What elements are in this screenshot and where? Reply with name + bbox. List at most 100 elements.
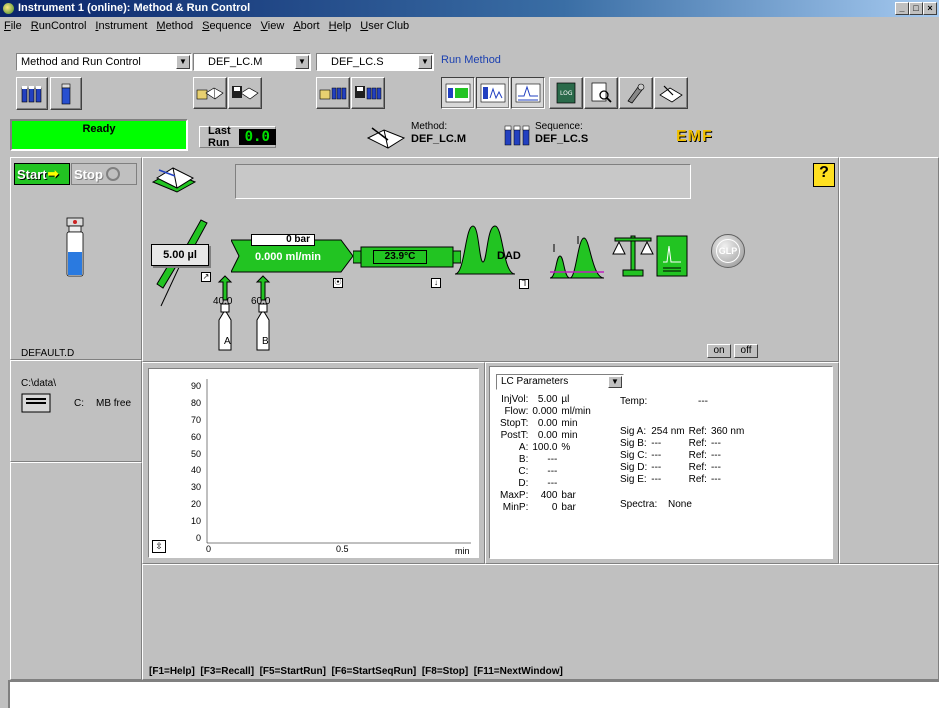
save-sequence-icon (355, 86, 382, 100)
pressure-value[interactable]: 0 bar (251, 234, 315, 246)
signal-row: Sig D: --- Ref: --- (618, 462, 746, 474)
status-text: Ready (82, 123, 116, 135)
sample-vial-icon (66, 217, 84, 277)
chevron-down-icon[interactable]: ▼ (418, 55, 432, 69)
emf-indicator[interactable]: EMF (676, 128, 713, 146)
signal-r: Ref: (688, 450, 707, 461)
start-button[interactable]: Start ➡ (14, 163, 70, 185)
solvent-a-percent[interactable]: 40.0 (213, 296, 232, 307)
signal-row: Sig E: --- Ref: --- (618, 474, 746, 486)
glp-button[interactable]: GLP (711, 234, 745, 268)
signal-k: Sig C: (620, 450, 648, 461)
y-tick: 90 (190, 381, 201, 391)
menu-view[interactable]: View (261, 20, 285, 32)
single-sample-button[interactable] (50, 77, 82, 110)
data-file-name: DEFAULT.D (21, 348, 75, 359)
save-method-button[interactable] (228, 77, 262, 109)
detector-label[interactable]: DAD (497, 250, 521, 262)
sequence-label: Sequence: (535, 121, 583, 132)
param-value: 0 (551, 502, 558, 513)
pen-icon (627, 83, 645, 104)
balance-scale-icon[interactable] (611, 232, 655, 278)
signal-k: Sig E: (620, 474, 647, 485)
method-select[interactable]: DEF_LC.M ▼ (193, 53, 311, 71)
menu-method[interactable]: Method (156, 20, 193, 32)
pump-detail-icon[interactable]: ⦿ (333, 278, 343, 288)
sequence-vials-button[interactable] (16, 77, 48, 110)
param-label: C: (518, 466, 529, 477)
method-book-icon[interactable] (151, 162, 199, 194)
y-tick: 30 (190, 482, 201, 493)
menu-help[interactable]: Help (329, 20, 352, 32)
data-file-panel: DEFAULT.D C:\data\ C: MB free (10, 348, 142, 462)
sequence-status[interactable] (503, 123, 533, 150)
x-tick: 0 (206, 544, 212, 554)
chevron-down-icon[interactable]: ▼ (295, 55, 309, 69)
close-button[interactable]: × (923, 2, 937, 15)
solvent-b-percent[interactable]: 60.0 (251, 296, 270, 307)
report-icon[interactable] (655, 234, 691, 278)
load-method-button[interactable] (193, 77, 227, 109)
off-button[interactable]: off (734, 344, 758, 358)
detector-detail-icon[interactable]: ⅂ (519, 279, 529, 289)
param-unit: ml/min (561, 406, 591, 417)
minimize-button[interactable]: _ (895, 2, 909, 15)
maximize-button[interactable]: □ (909, 2, 923, 15)
sampling-diagram-button[interactable] (619, 77, 653, 109)
signal-row: Sig C: --- Ref: --- (618, 450, 746, 462)
signal-v: --- (651, 462, 662, 473)
param-row: C: --- (498, 466, 593, 478)
signal-row: Sig A: 254 nm Ref: 360 nm (618, 426, 746, 438)
online-plot-button[interactable] (511, 77, 545, 109)
logbook-button[interactable]: LOG (549, 77, 583, 109)
spectra-label: Spectra: (620, 499, 658, 510)
x-unit: min (455, 546, 470, 556)
menu-sequence[interactable]: Sequence (202, 20, 252, 32)
param-label: B: (518, 454, 529, 465)
instrument-icon (445, 83, 471, 103)
view-select[interactable]: Method and Run Control ▼ (16, 53, 192, 71)
svg-text:LOG: LOG (560, 90, 573, 97)
param-value: 0.00 (537, 430, 558, 441)
load-sequence-button[interactable] (316, 77, 350, 109)
integration-peaks-icon[interactable] (548, 236, 608, 282)
menu-runcontrol[interactable]: RunControl (31, 20, 87, 32)
save-sequence-button[interactable] (351, 77, 385, 109)
last-run-label: Last Run (208, 125, 231, 149)
instrument-view-button[interactable] (441, 77, 475, 109)
column-temperature[interactable]: 23.9°C (373, 250, 427, 264)
plot-zoom-icon[interactable]: ⇳ (152, 540, 166, 553)
on-button[interactable]: on (707, 344, 731, 358)
menu-abort[interactable]: Abort (293, 20, 319, 32)
temp-value: --- (698, 396, 708, 407)
disk-drive-icon[interactable] (21, 392, 51, 414)
flow-value[interactable]: 0.000 ml/min (253, 251, 323, 263)
menu-user-club[interactable]: User Club (360, 20, 409, 32)
help-button[interactable]: ? (813, 163, 835, 187)
sequence-select[interactable]: DEF_LC.S ▼ (316, 53, 434, 71)
signals-view-button[interactable] (476, 77, 510, 109)
param-value: --- (547, 478, 558, 489)
param-label: A: (518, 442, 529, 453)
parameters-select[interactable]: LC Parameters ▼ (496, 374, 624, 390)
chevron-down-icon[interactable]: ▼ (608, 376, 622, 388)
param-value: --- (547, 454, 558, 465)
app-icon (3, 3, 14, 14)
report-preview-button[interactable] (584, 77, 618, 109)
menu-file[interactable]: File (4, 20, 22, 32)
param-row: MinP: 0 bar (498, 502, 593, 514)
chevron-down-icon[interactable]: ▼ (176, 55, 190, 69)
param-row: StopT: 0.00 min (498, 418, 593, 430)
injector-detail-icon[interactable]: ↗ (201, 272, 211, 282)
menu-instrument[interactable]: Instrument (95, 20, 147, 32)
param-unit: min (561, 430, 578, 441)
param-unit: bar (561, 502, 576, 513)
column-detail-icon[interactable]: ↓ (431, 278, 441, 288)
stop-button[interactable]: Stop (71, 163, 137, 185)
plot-area: 90 80 70 60 50 40 30 20 10 0 0 0.5 min ⇳ (148, 368, 479, 558)
method-status[interactable] (366, 122, 406, 153)
run-method-link[interactable]: Run Method (441, 54, 501, 66)
injector-volume[interactable]: 5.00 µl (151, 244, 209, 266)
sequence-value: DEF_LC.S (535, 133, 589, 145)
method-wizard-button[interactable] (654, 77, 688, 109)
